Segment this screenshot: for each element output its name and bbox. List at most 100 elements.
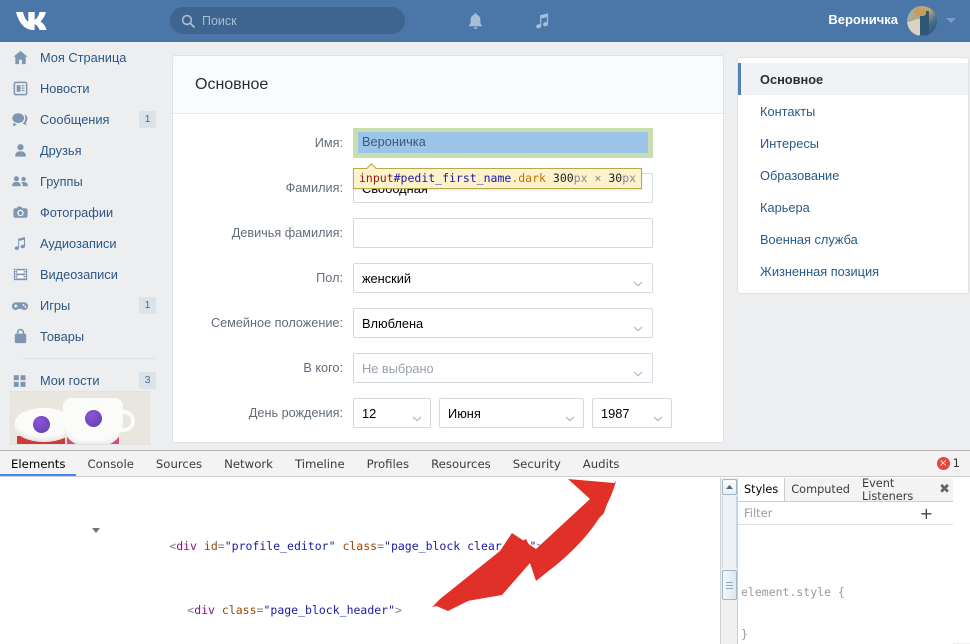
sidebar-item-photos[interactable]: Фотографии [0,197,170,228]
tab-network[interactable]: Network [213,451,284,476]
dom-value: "profile_editor" [224,539,336,553]
tab-resources[interactable]: Resources [420,451,502,476]
tab-sources[interactable]: Sources [145,451,213,476]
field-control: Влюблена [353,308,653,338]
right-nav-label: Военная служба [760,231,858,247]
vk-logo-icon[interactable] [14,9,54,33]
sidebar-item-audio[interactable]: Аудиозаписи [0,228,170,259]
tab-audits[interactable]: Audits [572,451,631,476]
user-name-label[interactable]: Вероничка [828,12,898,27]
sidebar-item-video[interactable]: Видеозаписи [0,259,170,290]
vk-top-bar: Вероничка [0,0,970,42]
maiden-name-input[interactable] [353,218,653,248]
sidebar-label: Сообщения [40,112,110,127]
birthday-year-select[interactable]: 1987 [592,398,672,428]
dom-attr: class [342,539,378,553]
tab-computed[interactable]: Computed [785,478,856,501]
right-nav-item-karera[interactable]: Карьера [738,191,968,223]
tab-security[interactable]: Security [502,451,572,476]
sidebar-badge: 1 [139,111,156,128]
sidebar-label: Моя Страница [40,50,127,65]
tooltip-width: 300 [552,171,574,185]
bell-icon[interactable] [466,11,485,31]
tooltip-arrow-icon [367,163,378,169]
sidebar-item-friends[interactable]: Друзья [0,135,170,166]
sidebar-label: Фотографии [40,205,114,220]
sidebar-label: Видеозаписи [40,267,118,282]
partner-value: Не выбрано [362,360,434,376]
tab-timeline[interactable]: Timeline [284,451,356,476]
sidebar-item-games[interactable]: Игры 1 [0,290,170,321]
plus-icon[interactable]: + [920,504,933,523]
styles-rule-element-style[interactable]: element.style { } [741,557,953,644]
sidebar-item-my-page[interactable]: Моя Страница [0,42,170,73]
tab-label: Event Listeners [861,478,914,503]
relationship-select[interactable]: Влюблена [353,308,653,338]
tab-profiles[interactable]: Profiles [356,451,420,476]
dom-value: "page_block_header" [263,603,396,617]
birthday-day-select[interactable]: 12 [353,398,431,428]
music-note-icon[interactable] [533,11,552,31]
dom-tree-code: <div id="profile_editor" class="page_blo… [0,478,737,644]
tab-styles[interactable]: Styles [738,478,786,501]
dom-line[interactable]: <div id="profile_editor" class="page_blo… [0,522,737,553]
dom-line[interactable]: <div class="page_block_header"> [0,586,737,617]
field-label: В кого: [303,361,343,375]
birthday-month-select[interactable]: Июня [439,398,584,428]
field-control: 12 Июня 1987 [353,398,672,428]
close-icon[interactable]: ✖ [939,482,950,497]
sidebar-item-messages[interactable]: Сообщения 1 [0,104,170,135]
sidebar-divider [22,358,156,359]
tab-elements[interactable]: Elements [0,451,76,476]
devtools-body: <div id="profile_editor" class="page_blo… [0,478,970,644]
right-nav-item-interesy[interactable]: Интересы [738,127,968,159]
error-indicator[interactable]: × 1 [936,456,960,470]
right-nav-item-zhiznennaya-poziciya[interactable]: Жизненная позиция [738,255,968,287]
form-row-first-name: Имя: Вероничка input#pedit_first_name.da… [173,128,723,189]
avatar[interactable] [907,6,937,36]
chevron-down-icon[interactable] [946,18,956,23]
sidebar-item-goods[interactable]: Товары [0,321,170,352]
form-row-birthday: День рождения: 12 Июня 1987 [173,398,723,428]
tooltip-width-unit: px [573,171,588,185]
field-control: Вероничка input#pedit_first_name.dark 30… [353,128,653,189]
search-box[interactable] [170,7,405,34]
search-input[interactable] [202,10,405,31]
scrollbar-track[interactable] [722,496,737,568]
ad-banner[interactable] [10,391,150,445]
scrollbar-thumb[interactable] [722,570,737,600]
right-nav-item-obrazovanie[interactable]: Образование [738,159,968,191]
sex-select[interactable]: женский [353,263,653,293]
scroll-up-arrow-icon[interactable] [722,479,737,495]
sidebar-item-news[interactable]: Новости [0,73,170,104]
tab-console[interactable]: Console [76,451,144,476]
styles-filter-bar[interactable]: Filter + [738,502,953,525]
right-nav-item-kontakty[interactable]: Контакты [738,95,968,127]
mug-handle [117,410,135,432]
tooltip-height: 30 [608,171,623,185]
profile-form: Имя: Вероничка input#pedit_first_name.da… [173,114,723,442]
tab-label: Security [512,456,561,471]
sex-value: женский [362,270,412,286]
groups-icon [10,172,30,192]
field-label: Пол: [316,271,343,285]
sidebar-label: Мои гости [40,373,100,388]
page-title: Основное [195,75,269,93]
dom-tree-scrollbar[interactable] [720,478,737,644]
friend-icon [10,141,30,161]
dom-tree-pane[interactable]: <div id="profile_editor" class="page_blo… [0,478,737,644]
field-control: женский [353,263,653,293]
sidebar-item-groups[interactable]: Группы [0,166,170,197]
inspector-tooltip: input#pedit_first_name.dark 300px × 30px [353,168,643,189]
left-sidebar: Моя Страница Новости Сообщения 1 Друзья … [0,42,170,450]
right-nav-item-osnovnoe[interactable]: Основное [738,63,968,95]
tab-label: Resources [431,456,491,471]
sidebar-label: Друзья [40,143,82,158]
tooltip-times: × [594,171,602,185]
right-nav-item-voennaya-sluzhba[interactable]: Военная служба [738,223,968,255]
right-nav-label: Основное [760,71,824,87]
expand-triangle-icon[interactable] [92,528,100,533]
partner-select[interactable]: Не выбрано [353,353,653,383]
first-name-input[interactable]: Вероничка [353,128,653,158]
field-control [353,218,653,248]
